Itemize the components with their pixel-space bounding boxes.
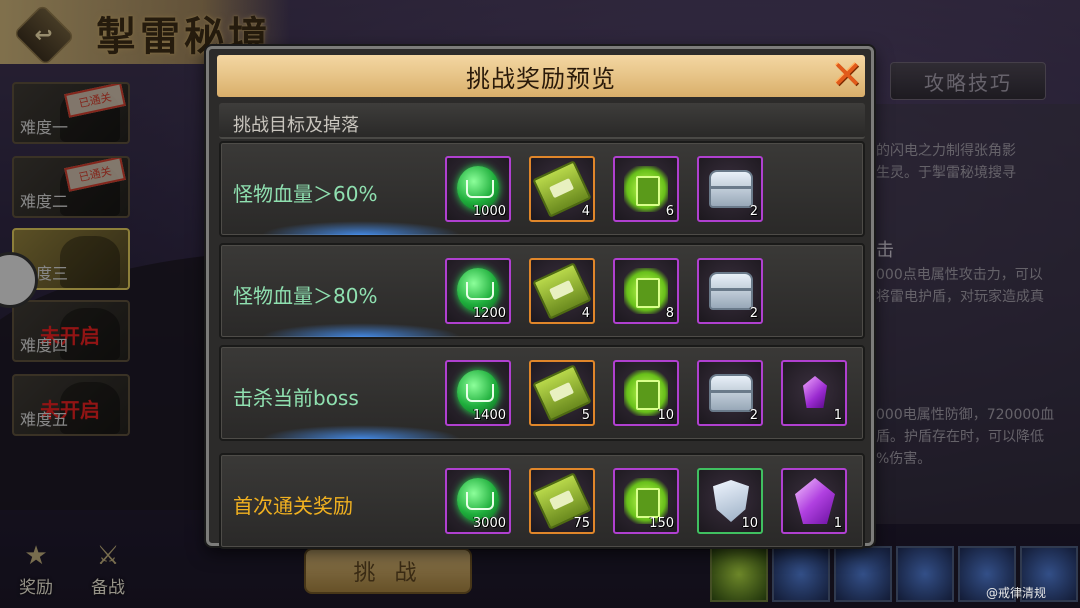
reward-item[interactable]: 10 <box>613 360 679 426</box>
row-condition-label: 击杀当前boss <box>233 386 359 410</box>
item-count: 1000 <box>472 204 506 219</box>
first-clear-row: 首次通关奖励 3000 75 150 10 1 <box>219 453 865 549</box>
reward-item[interactable]: 1 <box>781 360 847 426</box>
item-count: 2 <box>749 306 758 321</box>
item-count: 3000 <box>472 516 506 531</box>
item-count: 10 <box>741 516 758 531</box>
green-tome-icon <box>624 268 668 314</box>
item-count: 4 <box>581 306 590 321</box>
item-count: 1200 <box>472 306 506 321</box>
item-count: 75 <box>573 516 590 531</box>
row-condition-label: 怪物血量＞60% <box>233 182 378 206</box>
row-condition-label: 怪物血量＞80% <box>233 284 378 308</box>
item-count: 6 <box>665 204 674 219</box>
item-count: 10 <box>657 408 674 423</box>
row-glow <box>261 221 461 235</box>
item-count: 2 <box>749 408 758 423</box>
silver-chest-icon <box>709 170 753 208</box>
purple-crystal-icon <box>795 478 835 524</box>
reward-item[interactable]: 8 <box>613 258 679 324</box>
watermark: @戒律清规 <box>986 586 1047 600</box>
reward-item[interactable]: 1000 <box>445 156 511 222</box>
item-count: 4 <box>581 204 590 219</box>
section-title: 挑战目标及掉落 <box>233 115 359 136</box>
item-count: 2 <box>749 204 758 219</box>
reward-item[interactable]: 1200 <box>445 258 511 324</box>
item-count: 150 <box>649 516 674 531</box>
green-tome-icon <box>624 166 668 212</box>
reward-item[interactable]: 2 <box>697 156 763 222</box>
item-count: 5 <box>581 408 590 423</box>
reward-items: 3000 75 150 10 1 <box>445 468 847 536</box>
reward-item[interactable]: 1 <box>781 468 847 534</box>
item-count: 1 <box>833 408 842 423</box>
first-clear-label: 首次通关奖励 <box>233 494 353 518</box>
section-header: 挑战目标及掉落 <box>219 103 865 139</box>
reward-item[interactable]: 2 <box>697 360 763 426</box>
reward-items: 1000 4 6 2 <box>445 156 763 224</box>
reward-preview-dialog: 挑战奖励预览 ✕ 挑战目标及掉落 怪物血量＞60% 1000 4 6 2 怪物血… <box>206 46 874 549</box>
item-count: 8 <box>665 306 674 321</box>
reward-item[interactable]: 4 <box>529 156 595 222</box>
row-glow <box>261 323 461 337</box>
silver-chest-icon <box>709 374 753 412</box>
reward-item[interactable]: 2 <box>697 258 763 324</box>
reward-item[interactable]: 5 <box>529 360 595 426</box>
reward-item[interactable]: 4 <box>529 258 595 324</box>
reward-row: 击杀当前boss 1400 5 10 2 1 <box>219 345 865 441</box>
reward-row: 怪物血量＞60% 1000 4 6 2 <box>219 141 865 237</box>
item-count: 1400 <box>472 408 506 423</box>
reward-item[interactable]: 1400 <box>445 360 511 426</box>
dialog-title: 挑战奖励预览 <box>217 55 865 97</box>
reward-item[interactable]: 3000 <box>445 468 511 534</box>
purple-gem-icon <box>803 376 827 408</box>
row-glow <box>261 425 461 439</box>
close-icon[interactable]: ✕ <box>827 56 867 94</box>
silver-chest-icon <box>709 272 753 310</box>
item-count: 1 <box>833 516 842 531</box>
reward-row: 怪物血量＞80% 1200 4 8 2 <box>219 243 865 339</box>
reward-items: 1400 5 10 2 1 <box>445 360 847 428</box>
reward-item[interactable]: 10 <box>697 468 763 534</box>
reward-item[interactable]: 150 <box>613 468 679 534</box>
reward-item[interactable]: 75 <box>529 468 595 534</box>
reward-item[interactable]: 6 <box>613 156 679 222</box>
reward-items: 1200 4 8 2 <box>445 258 763 326</box>
